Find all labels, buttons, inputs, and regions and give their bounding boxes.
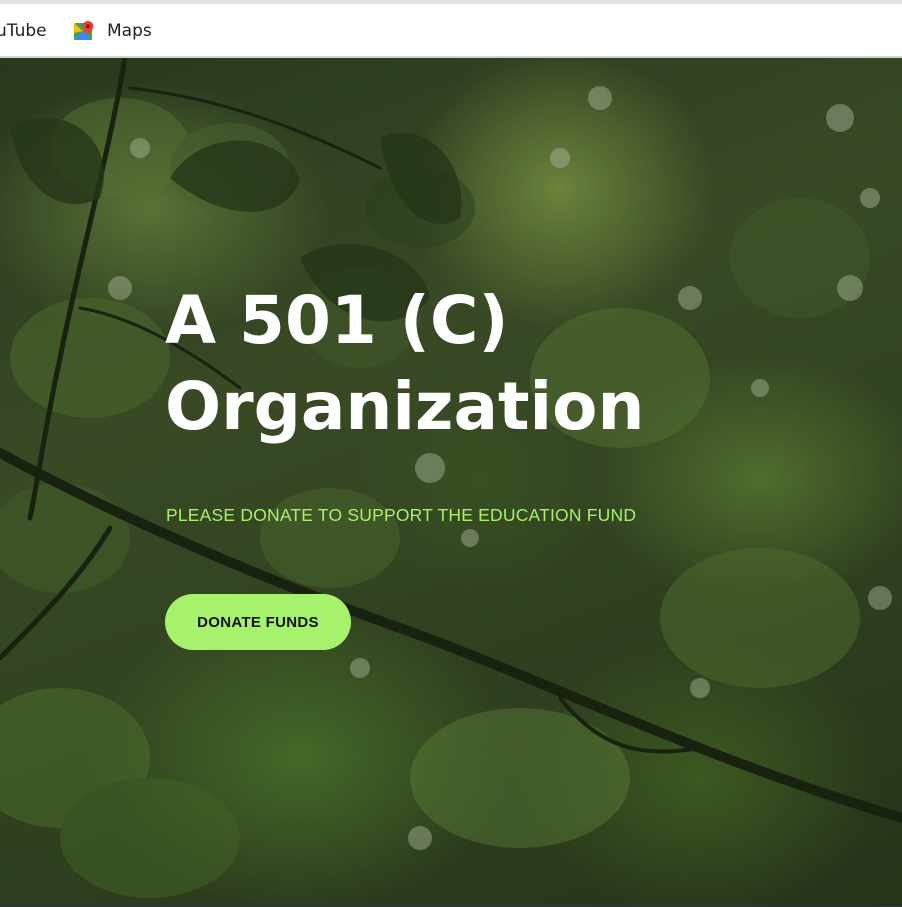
bookmarks-bar: uTube Maps — [0, 4, 902, 58]
hero-title-line-1: A 501 (C) — [165, 282, 509, 359]
hero-overlay — [0, 58, 902, 905]
hero-section: A 501 (C) Organization PLEASE DONATE TO … — [0, 58, 902, 905]
bookmark-youtube-label: uTube — [0, 21, 47, 41]
bookmark-maps[interactable]: Maps — [73, 4, 152, 58]
bookmark-maps-label: Maps — [107, 21, 152, 41]
hero-subtitle: PLEASE DONATE TO SUPPORT THE EDUCATION F… — [166, 505, 637, 525]
donate-funds-button[interactable]: DONATE FUNDS — [165, 594, 351, 650]
hero-title-line-2: Organization — [165, 368, 645, 445]
hero-title: A 501 (C) Organization — [165, 278, 785, 450]
bookmark-youtube[interactable]: uTube — [0, 4, 47, 58]
google-maps-icon — [73, 20, 95, 42]
